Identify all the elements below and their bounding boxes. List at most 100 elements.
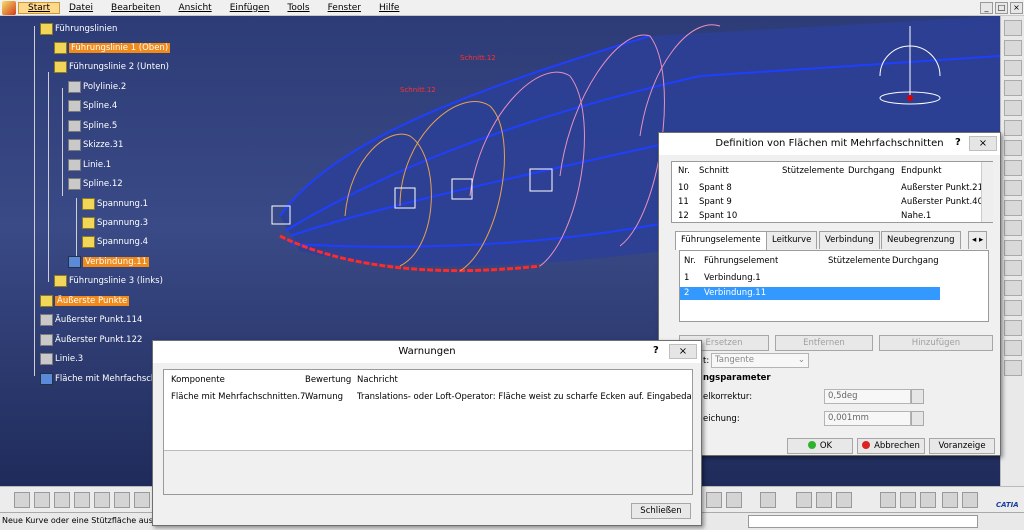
tool-button[interactable] bbox=[1004, 220, 1022, 236]
new-file-icon[interactable] bbox=[14, 492, 30, 508]
grid-icon[interactable] bbox=[880, 492, 896, 508]
tree-node[interactable]: Äußerster Punkt.122 bbox=[40, 333, 142, 347]
tree-node[interactable]: Verbindung.11 bbox=[68, 255, 150, 269]
cut-icon[interactable] bbox=[94, 492, 110, 508]
param1-input[interactable]: 0,5deg bbox=[824, 389, 911, 404]
scrollbar[interactable] bbox=[981, 162, 993, 222]
close-button[interactable]: Schließen bbox=[631, 503, 691, 519]
paste-icon[interactable] bbox=[134, 492, 150, 508]
menu-einfuegen[interactable]: Einfügen bbox=[221, 3, 279, 13]
sketch-icon bbox=[68, 139, 81, 151]
ok-button[interactable]: OK bbox=[787, 438, 853, 454]
tool-button[interactable] bbox=[726, 492, 742, 508]
render-icon[interactable] bbox=[920, 492, 936, 508]
tree-node[interactable]: Spline.4 bbox=[68, 99, 117, 113]
copy-icon[interactable] bbox=[114, 492, 130, 508]
tool-button[interactable] bbox=[1004, 240, 1022, 256]
render-icon[interactable] bbox=[942, 492, 958, 508]
menu-bearbeiten[interactable]: Bearbeiten bbox=[102, 3, 169, 13]
sections-list[interactable]: Nr. Schnitt Stützelemente Durchgang Endp… bbox=[671, 161, 993, 223]
tree-node[interactable]: Fläche mit Mehrfachschn bbox=[40, 372, 162, 386]
tool-button[interactable] bbox=[1004, 320, 1022, 336]
tree-node[interactable]: Äußerster Punkt.114 bbox=[40, 313, 142, 327]
tool-button[interactable] bbox=[1004, 120, 1022, 136]
help-button[interactable]: ? bbox=[955, 137, 961, 148]
tab-fuehrungselemente[interactable]: Führungselemente bbox=[675, 231, 767, 250]
rotate-icon[interactable] bbox=[796, 492, 812, 508]
tab-neubegrenzung[interactable]: Neubegrenzung bbox=[881, 231, 961, 249]
close-window-button[interactable]: × bbox=[1010, 2, 1023, 14]
param1-spinner[interactable] bbox=[911, 389, 924, 404]
tool-button[interactable] bbox=[1004, 40, 1022, 56]
pan-icon[interactable] bbox=[816, 492, 832, 508]
open-file-icon[interactable] bbox=[34, 492, 50, 508]
param2-spinner[interactable] bbox=[911, 411, 924, 426]
tool-button[interactable] bbox=[1004, 300, 1022, 316]
minimize-button[interactable]: _ bbox=[980, 2, 993, 14]
tool-button[interactable] bbox=[1004, 180, 1022, 196]
tree-node[interactable]: Linie.3 bbox=[40, 352, 83, 366]
print-icon[interactable] bbox=[74, 492, 90, 508]
tool-button[interactable] bbox=[706, 492, 722, 508]
tree-node[interactable]: Führungslinie 1 (Oben) bbox=[54, 41, 171, 55]
list-item[interactable]: 11 Spant 9 Äußerster Punkt.40 bbox=[672, 196, 992, 209]
camera-icon[interactable] bbox=[760, 492, 776, 508]
menu-hilfe[interactable]: Hilfe bbox=[370, 3, 408, 13]
tree-node[interactable]: Polylinie.2 bbox=[68, 80, 126, 94]
tree-node[interactable]: Spline.5 bbox=[68, 119, 117, 133]
tool-button[interactable] bbox=[1004, 80, 1022, 96]
command-input[interactable] bbox=[748, 515, 978, 528]
tab-leitkurve[interactable]: Leitkurve bbox=[766, 231, 818, 249]
tree-node[interactable]: Äußerste Punkte bbox=[40, 294, 130, 308]
tree-node[interactable]: Spannung.4 bbox=[82, 235, 148, 249]
param2-input[interactable]: 0,001mm bbox=[824, 411, 911, 426]
view-icon[interactable] bbox=[900, 492, 916, 508]
tree-node[interactable]: Spannung.1 bbox=[82, 197, 148, 211]
warnings-list[interactable]: Komponente Bewertung Nachricht Fläche mi… bbox=[163, 369, 693, 495]
menu-fenster[interactable]: Fenster bbox=[319, 3, 370, 13]
list-item[interactable]: 1 Verbindung.1 bbox=[680, 272, 988, 285]
tree-node[interactable]: Führungslinien bbox=[40, 22, 117, 36]
tool-button[interactable] bbox=[1004, 200, 1022, 216]
menu-tools[interactable]: Tools bbox=[278, 3, 318, 13]
tree-node[interactable]: Spannung.3 bbox=[82, 216, 148, 230]
tool-button[interactable] bbox=[1004, 140, 1022, 156]
list-item[interactable]: 10 Spant 8 Äußerster Punkt.21 bbox=[672, 182, 992, 195]
list-item-selected[interactable]: 2 Verbindung.11 bbox=[680, 287, 940, 300]
tree-node[interactable]: Führungslinie 2 (Unten) bbox=[54, 60, 169, 74]
tree-node[interactable]: Skizze.31 bbox=[68, 138, 123, 152]
list-item[interactable]: Fläche mit Mehrfachschnitten.7 Warnung T… bbox=[164, 391, 692, 404]
tool-button[interactable] bbox=[1004, 20, 1022, 36]
tree-node[interactable]: Führungslinie 3 (links) bbox=[54, 274, 163, 288]
render-icon[interactable] bbox=[962, 492, 978, 508]
remove-button[interactable]: Entfernen bbox=[775, 335, 873, 351]
tree-node[interactable]: Spline.12 bbox=[68, 177, 123, 191]
close-dialog-button[interactable]: × bbox=[669, 344, 697, 359]
tool-button[interactable] bbox=[1004, 280, 1022, 296]
tree-node[interactable]: Linie.1 bbox=[68, 158, 111, 172]
save-icon[interactable] bbox=[54, 492, 70, 508]
tangent-select[interactable]: Tangente ⌄ bbox=[711, 353, 809, 368]
tab-verbindung[interactable]: Verbindung bbox=[819, 231, 880, 249]
add-button[interactable]: Hinzufügen bbox=[879, 335, 993, 351]
tab-scroll-arrows[interactable]: ◂ ▸ bbox=[968, 231, 988, 249]
guides-list[interactable]: Nr. Führungselement Stützelemente Durchg… bbox=[679, 250, 989, 322]
preview-button[interactable]: Voranzeige bbox=[929, 438, 995, 454]
catia-app-icon[interactable] bbox=[2, 0, 16, 15]
tool-button[interactable] bbox=[1004, 360, 1022, 376]
help-button[interactable]: ? bbox=[653, 345, 659, 356]
tool-button[interactable] bbox=[1004, 100, 1022, 116]
tool-button[interactable] bbox=[1004, 260, 1022, 276]
list-item[interactable]: 12 Spant 10 Nahe.1 bbox=[672, 210, 992, 223]
maximize-button[interactable]: □ bbox=[995, 2, 1008, 14]
tool-button[interactable] bbox=[1004, 340, 1022, 356]
menu-start[interactable]: Start bbox=[18, 1, 60, 14]
close-dialog-button[interactable]: × bbox=[969, 136, 997, 151]
zoom-icon[interactable] bbox=[836, 492, 852, 508]
cancel-button[interactable]: Abbrechen bbox=[857, 438, 925, 454]
menu-ansicht[interactable]: Ansicht bbox=[169, 3, 220, 13]
tool-button[interactable] bbox=[1004, 60, 1022, 76]
loft-definition-dialog: Definition von Flächen mit Mehrfachschni… bbox=[658, 132, 1001, 456]
menu-datei[interactable]: Datei bbox=[60, 3, 102, 13]
tool-button[interactable] bbox=[1004, 160, 1022, 176]
